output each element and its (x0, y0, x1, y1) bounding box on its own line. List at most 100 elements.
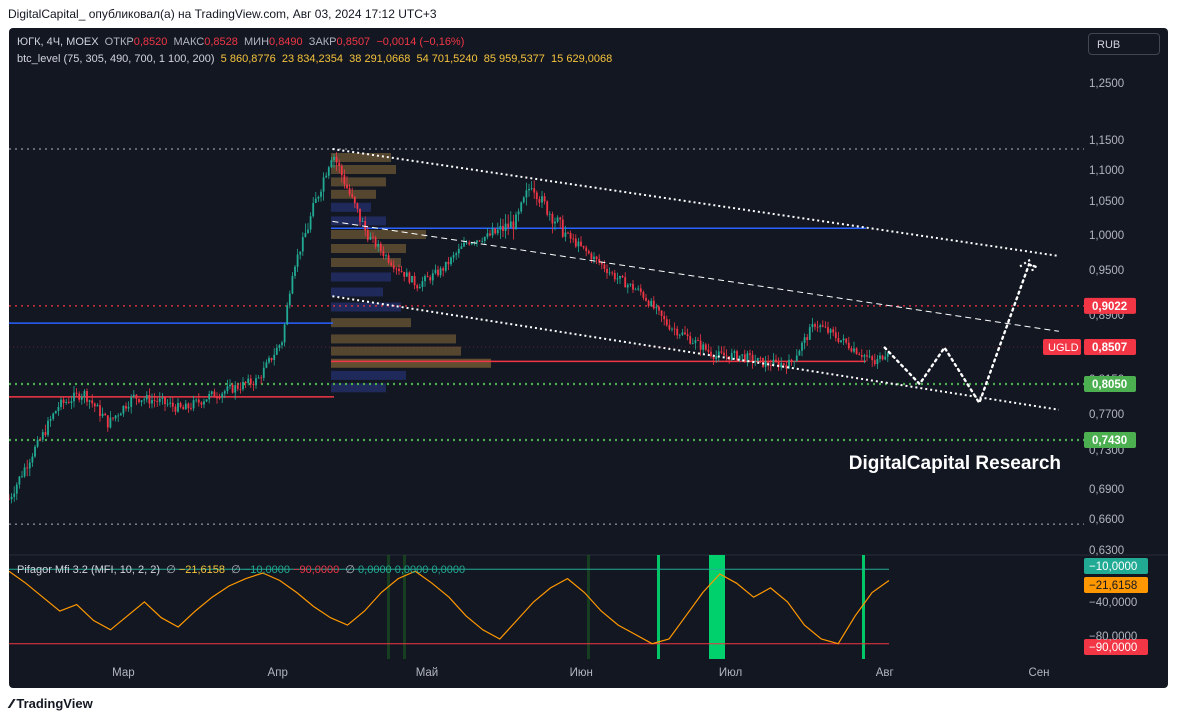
candle-body (41, 432, 44, 440)
candle-body (57, 406, 60, 412)
indicator-value-1: 5 860,8776 (220, 53, 276, 65)
candle-body (153, 400, 156, 401)
candle-body (135, 394, 138, 399)
currency-button[interactable]: RUB (1088, 33, 1160, 55)
candle-body (340, 166, 343, 176)
candle-body (286, 305, 289, 325)
oscillator-tick-label: −80,0000 (1089, 631, 1137, 643)
candle-body (621, 275, 624, 278)
y-tick-label: 1,0500 (1089, 196, 1124, 208)
volume-profile-bar (331, 287, 383, 297)
candle-body (192, 400, 195, 409)
candle-body (444, 261, 447, 271)
candle-body (351, 194, 354, 197)
candle-body (811, 324, 814, 328)
candle-body (860, 355, 863, 357)
candle-body (725, 355, 728, 357)
candle-body (387, 255, 390, 263)
candle-body (260, 377, 263, 379)
volume-profile-bar (331, 358, 491, 368)
candle-body (385, 255, 387, 257)
candle-body (197, 399, 200, 403)
candle-body (730, 353, 733, 360)
candle-body (26, 467, 29, 469)
candle-body (96, 405, 99, 407)
candle-body (452, 255, 455, 258)
high-label: МАКС (173, 36, 205, 48)
candle-body (429, 277, 432, 281)
candle-body (504, 223, 507, 231)
candle-body (468, 242, 471, 245)
candle-body (819, 325, 822, 328)
chart-canvas[interactable]: DigitalCapital Research 1,2500 1,1500 1,10… (9, 28, 1168, 688)
candle-body (205, 399, 208, 402)
candle-body (863, 355, 866, 357)
mfi-line (9, 570, 890, 645)
candle-body (608, 272, 611, 274)
candle-body (798, 350, 801, 356)
high-value: 0,8528 (204, 36, 238, 48)
candle-body (231, 384, 234, 393)
indicator-legend: btc_level (75, 305, 490, 700, 1 100, 200… (17, 53, 612, 65)
candle-body (710, 351, 712, 357)
candle-body (21, 476, 23, 478)
y-tick-label: 0,7700 (1089, 409, 1124, 421)
candle-body (255, 378, 257, 386)
candle-body (808, 327, 811, 340)
candle-body (44, 432, 47, 436)
candle-body (855, 348, 858, 355)
candle-body (177, 402, 179, 412)
candle-body (9, 499, 10, 500)
candle-body (866, 355, 868, 357)
x-tick-label: Мар (112, 667, 135, 679)
candle-body (723, 352, 725, 356)
candle-body (507, 223, 510, 228)
chart-frame[interactable]: DigitalCapital Research 1,2500 1,1500 1,10… (9, 28, 1168, 688)
candle-body (361, 221, 364, 222)
candle-body (585, 247, 588, 252)
oscillator-sym-2: ∅ (231, 564, 241, 576)
candle-body (34, 446, 36, 457)
y-tick-label: 1,1000 (1089, 165, 1124, 177)
candle-body (101, 413, 104, 417)
candle-body (717, 351, 720, 356)
price-tag-value: 0,9022 (1092, 301, 1127, 313)
candle-body (494, 228, 497, 234)
candle-body (517, 211, 520, 215)
y-tick-label: 1,2500 (1089, 78, 1124, 90)
volume-profile-bar (331, 216, 386, 226)
candle-body (629, 283, 632, 285)
price-tag-value: 0,7430 (1092, 435, 1127, 447)
tradingview-logo[interactable]: ⁄⁄ TradingView (10, 696, 93, 711)
candle-body (546, 201, 549, 215)
close-value: 0,8507 (336, 36, 371, 48)
candle-body (218, 397, 221, 399)
candle-body (775, 359, 777, 362)
candle-body (577, 241, 580, 247)
volume-profile-bar (331, 318, 411, 328)
candle-body (483, 236, 486, 242)
candle-body (379, 243, 382, 251)
candle-body (632, 283, 634, 290)
oscillator-tick-label: −40,0000 (1089, 597, 1137, 609)
candle-body (223, 391, 226, 394)
candle-body (249, 378, 252, 384)
candle-body (426, 276, 429, 278)
candle-body (850, 348, 853, 352)
candle-body (756, 357, 759, 362)
candle-body (161, 397, 164, 399)
volume-profile-bar (331, 302, 401, 312)
candle-body (741, 354, 744, 356)
candle-body (434, 269, 437, 274)
candle-body (806, 337, 809, 340)
y-tick-label: 0,6900 (1089, 484, 1124, 496)
candle-body (736, 351, 738, 360)
candle-body (158, 398, 161, 402)
candle-body (99, 405, 101, 417)
candle-body (624, 277, 627, 288)
candle-body (650, 300, 653, 307)
volume-profile-bar (331, 230, 426, 239)
candle-body (104, 413, 107, 416)
volume-profile-bar (331, 272, 391, 282)
candle-body (88, 400, 91, 402)
